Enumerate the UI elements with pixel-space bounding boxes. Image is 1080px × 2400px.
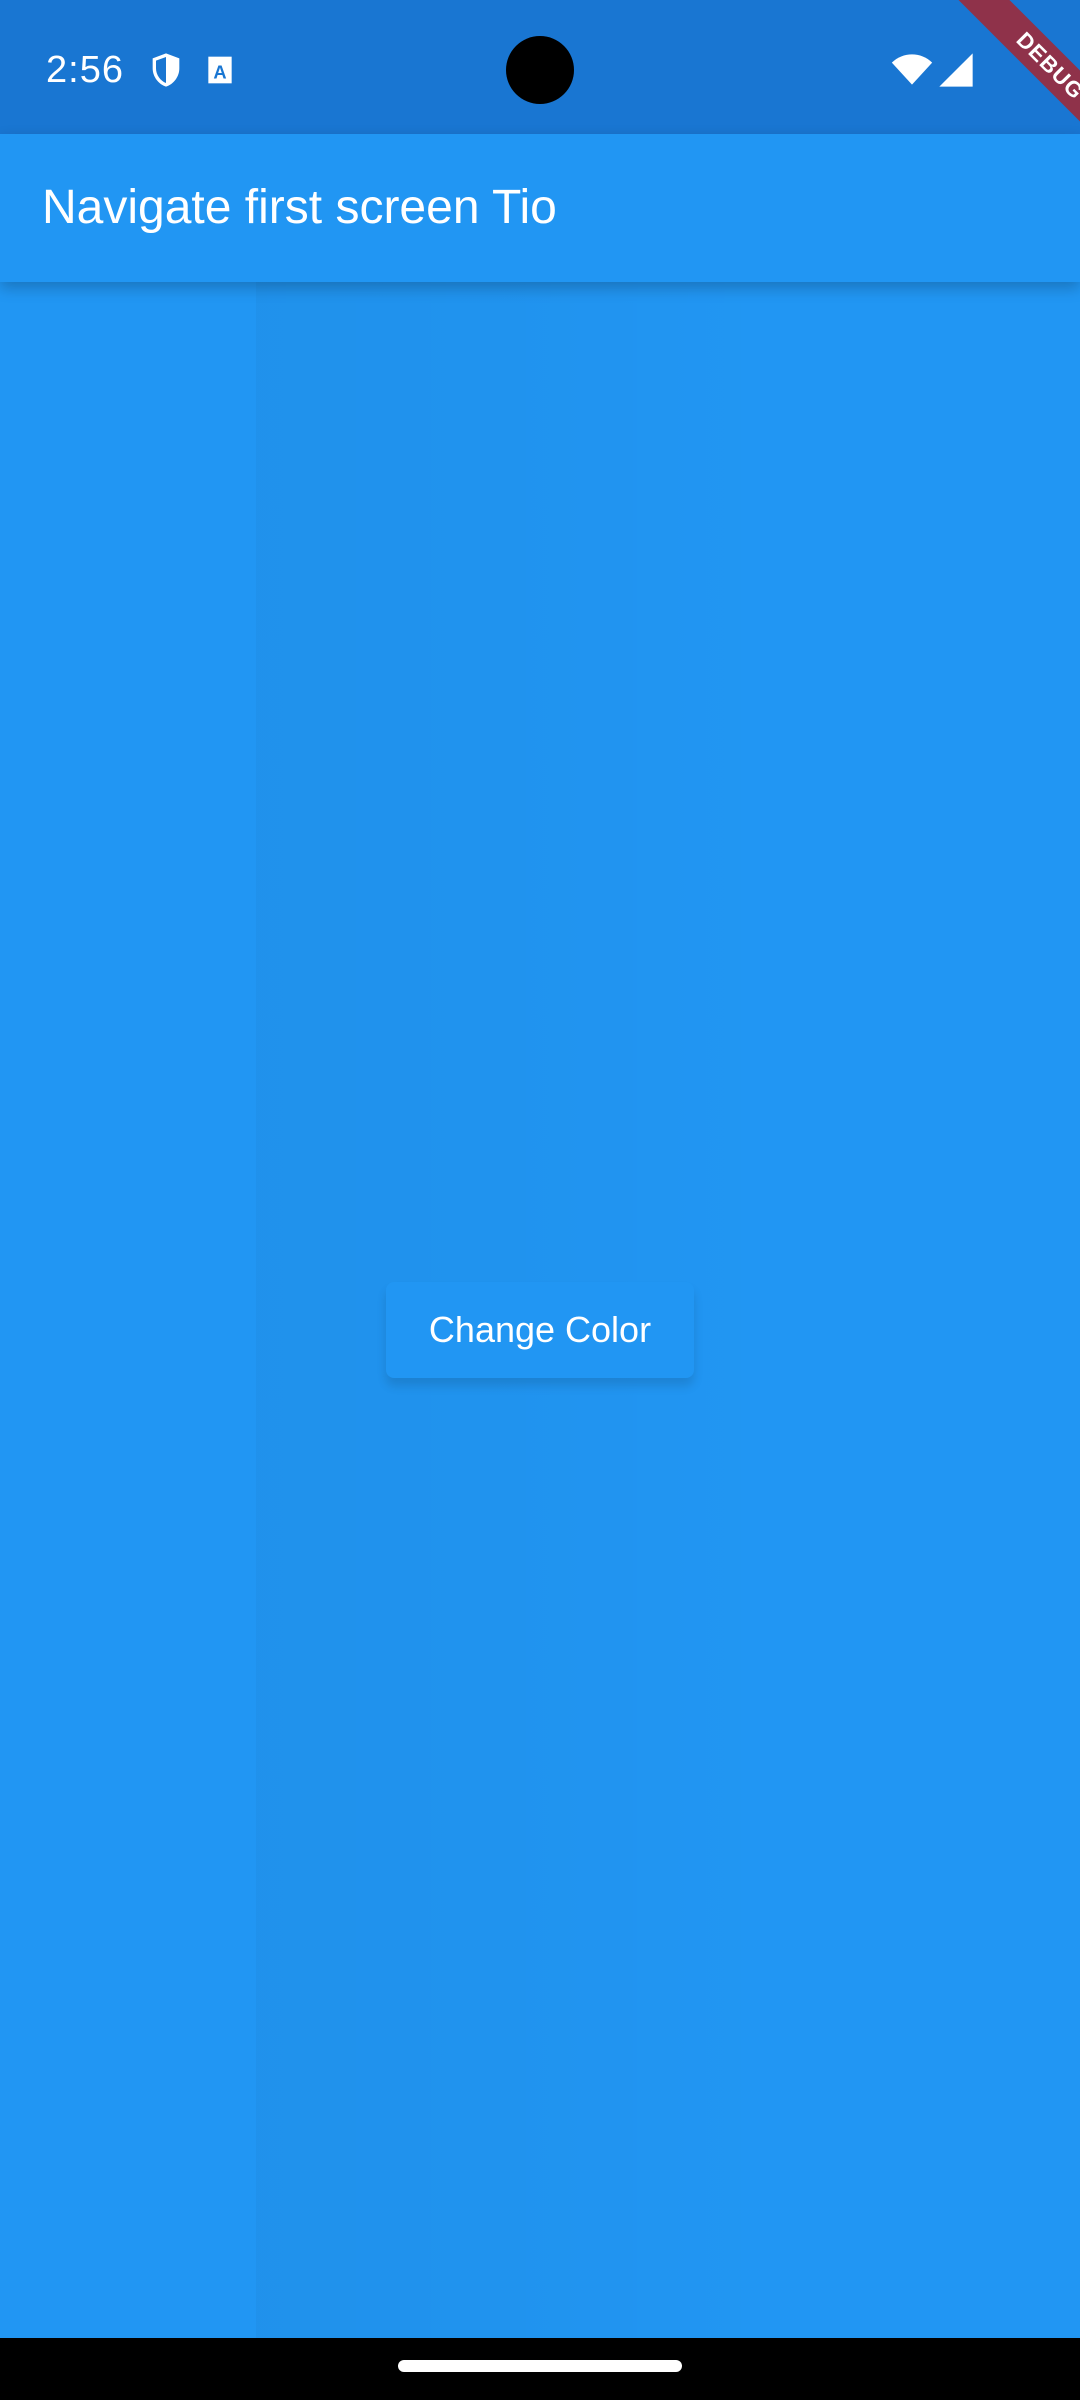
home-gesture-handle[interactable]	[398, 2360, 682, 2372]
keyboard-a-icon: A	[200, 50, 240, 90]
navigation-bar	[0, 2338, 1080, 2400]
status-bar: 2:56 A	[0, 0, 1080, 134]
app-bar: Navigate first screen Tio	[0, 134, 1080, 282]
svg-text:A: A	[213, 61, 226, 82]
status-time: 2:56	[46, 49, 124, 91]
camera-cutout	[506, 36, 574, 104]
shield-icon	[146, 50, 186, 90]
wifi-icon	[890, 48, 934, 92]
page-title: Navigate first screen Tio	[42, 181, 557, 234]
main-content: Change Color	[0, 282, 1080, 2338]
change-color-button[interactable]: Change Color	[386, 1282, 694, 1378]
cell-signal-icon	[936, 50, 976, 90]
